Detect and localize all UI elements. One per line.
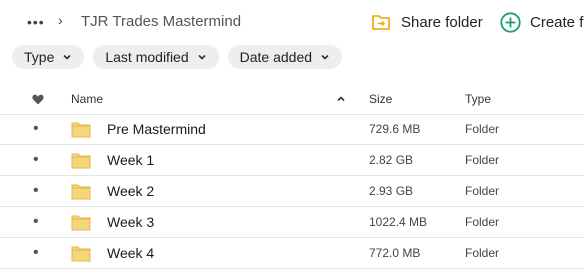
row-bullet: • <box>33 182 39 199</box>
share-folder-label: Share folder <box>401 13 483 31</box>
heart-icon[interactable] <box>32 84 44 114</box>
filter-last-modified[interactable]: Last modified <box>93 45 219 69</box>
create-label: Create fo <box>530 13 584 31</box>
table-header: Name Size Type <box>0 84 584 115</box>
table-row[interactable]: • Week 2 2.93 GB Folder <box>0 176 584 207</box>
table-row[interactable]: • Week 1 2.82 GB Folder <box>0 145 584 176</box>
folder-icon <box>71 238 91 268</box>
chevron-down-icon <box>63 54 71 60</box>
filter-date-added-label: Date added <box>239 49 313 65</box>
item-type: Folder <box>465 215 500 229</box>
item-name[interactable]: Pre Mastermind <box>107 114 206 144</box>
item-size: 1022.4 MB <box>369 215 428 229</box>
table-row[interactable]: • Week 3 1022.4 MB Folder <box>0 207 584 238</box>
create-button[interactable]: Create fo <box>500 11 584 33</box>
chevron-down-icon <box>198 54 206 60</box>
item-size: 772.0 MB <box>369 246 421 260</box>
filter-type-label: Type <box>24 49 55 65</box>
sort-ascending-icon[interactable] <box>336 84 346 114</box>
more-options-button[interactable]: ••• <box>27 14 45 30</box>
column-header-name[interactable]: Name <box>71 84 103 114</box>
row-bullet: • <box>33 120 39 137</box>
item-type: Folder <box>465 246 500 260</box>
folder-icon <box>71 176 91 206</box>
plus-circle-icon <box>500 11 521 33</box>
chevron-down-icon <box>321 54 329 60</box>
top-bar: ••• › TJR Trades Mastermind Share folder… <box>0 0 584 42</box>
row-bullet: • <box>33 213 39 230</box>
share-folder-button[interactable]: Share folder <box>372 11 483 33</box>
filter-type[interactable]: Type <box>12 45 85 69</box>
item-size: 2.82 GB <box>369 153 414 167</box>
filter-date-added[interactable]: Date added <box>227 45 343 69</box>
table-row[interactable]: • Week 4 772.0 MB Folder <box>0 238 584 269</box>
item-name[interactable]: Week 4 <box>107 238 154 268</box>
item-size: 729.6 MB <box>369 122 421 136</box>
breadcrumb-current-folder[interactable]: TJR Trades Mastermind <box>81 13 241 30</box>
share-folder-icon <box>372 15 390 30</box>
folder-icon <box>71 114 91 144</box>
item-type: Folder <box>465 122 500 136</box>
breadcrumb-separator-icon: › <box>58 12 63 28</box>
folder-icon <box>71 145 91 175</box>
row-bullet: • <box>33 151 39 168</box>
column-header-size[interactable]: Size <box>369 84 392 114</box>
item-name[interactable]: Week 1 <box>107 145 154 175</box>
filter-bar: Type Last modified Date added <box>12 45 351 69</box>
item-name[interactable]: Week 2 <box>107 176 154 206</box>
item-type: Folder <box>465 184 500 198</box>
table-row[interactable]: • Pre Mastermind 729.6 MB Folder <box>0 114 584 145</box>
item-type: Folder <box>465 153 500 167</box>
folder-icon <box>71 207 91 237</box>
filter-last-modified-label: Last modified <box>105 49 189 65</box>
row-bullet: • <box>33 244 39 261</box>
column-header-type[interactable]: Type <box>465 84 491 114</box>
item-size: 2.93 GB <box>369 184 414 198</box>
item-name[interactable]: Week 3 <box>107 207 154 237</box>
